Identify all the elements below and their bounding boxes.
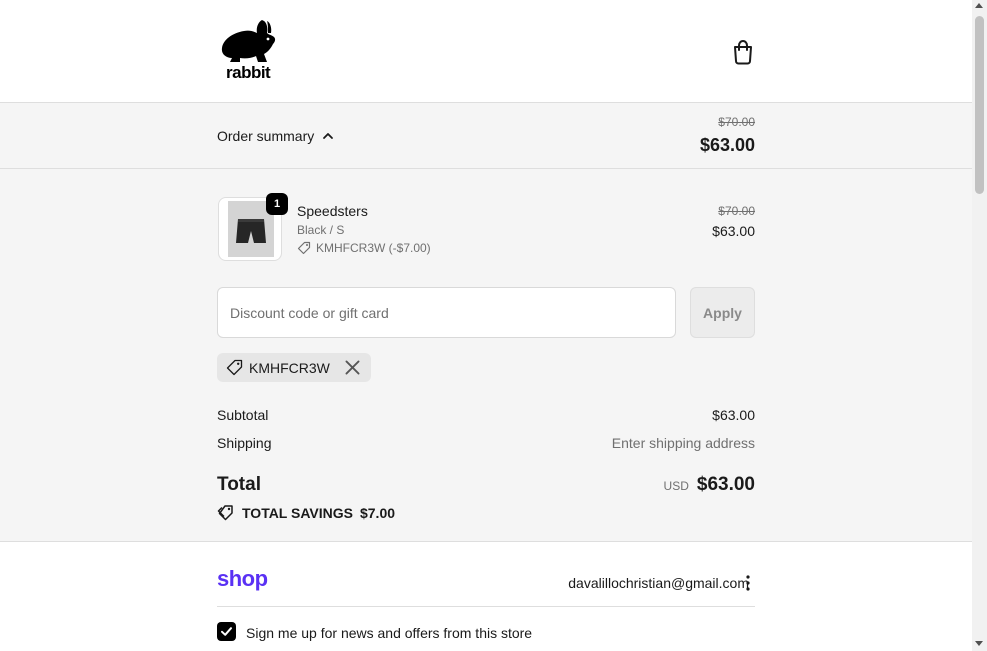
product-original-price: $70.00 [718, 204, 755, 218]
product-variant: Black / S [297, 223, 345, 237]
brand-name: rabbit [226, 63, 271, 82]
total-savings: TOTAL SAVINGS $7.00 [217, 504, 395, 522]
total-savings-value: $7.00 [359, 505, 396, 521]
product-price: $63.00 [712, 223, 755, 239]
total-amount: $63.00 [696, 474, 755, 495]
product-discount: KMHFCR3W (-$7.00) [297, 241, 431, 255]
vertical-scrollbar[interactable] [972, 0, 987, 651]
order-summary-bar: Order summary $70.00 $63.00 [0, 103, 972, 169]
currency-code: USD [663, 479, 689, 493]
tag-icon [297, 241, 311, 255]
shipping-value: Enter shipping address [611, 435, 755, 451]
order-summary-toggle[interactable]: Order summary [217, 128, 334, 144]
tag-icon [226, 359, 243, 376]
order-summary-panel: 1 Speedsters Black / S KMHFCR3W (-$7.00)… [0, 169, 972, 542]
quantity-badge: 1 [266, 193, 288, 215]
checkout-page: rabbit Order summary $70.00 $63.00 1 Spe… [0, 0, 987, 651]
shipping-label: Shipping [217, 435, 272, 451]
product-discount-label: KMHFCR3W (-$7.00) [316, 241, 431, 255]
subtotal-value: $63.00 [712, 407, 755, 423]
checkmark-icon [221, 627, 232, 636]
total-label: Total [217, 474, 261, 495]
header: rabbit [0, 0, 972, 103]
total-savings-label: TOTAL SAVINGS [242, 505, 353, 521]
apply-button[interactable]: Apply [690, 287, 755, 338]
account-email: davalillochristian@gmail.com [568, 575, 749, 591]
shop-pay-logo: shop [217, 566, 268, 591]
subtotal-label: Subtotal [217, 407, 269, 423]
scroll-thumb[interactable] [975, 16, 984, 194]
applied-discount-code: KMHFCR3W [249, 359, 330, 376]
order-summary-label: Order summary [217, 128, 315, 144]
applied-discount-chip: KMHFCR3W [217, 353, 371, 382]
remove-discount-icon[interactable] [344, 359, 361, 376]
chevron-up-icon [323, 133, 334, 139]
scroll-down-arrow[interactable] [975, 641, 983, 646]
summary-total: $63.00 [699, 135, 755, 155]
marketing-checkbox[interactable] [217, 622, 236, 641]
product-name: Speedsters [297, 203, 368, 219]
more-options-icon[interactable] [743, 574, 753, 592]
divider [217, 606, 755, 607]
summary-original-total: $70.00 [718, 115, 755, 129]
savings-tag-icon [217, 505, 233, 521]
total-amount-group: USD $63.00 [664, 474, 755, 496]
discount-code-input[interactable] [217, 287, 676, 338]
marketing-label[interactable]: Sign me up for news and offers from this… [246, 625, 532, 641]
scroll-up-arrow[interactable] [975, 3, 983, 8]
shopping-bag-icon[interactable] [731, 39, 755, 65]
